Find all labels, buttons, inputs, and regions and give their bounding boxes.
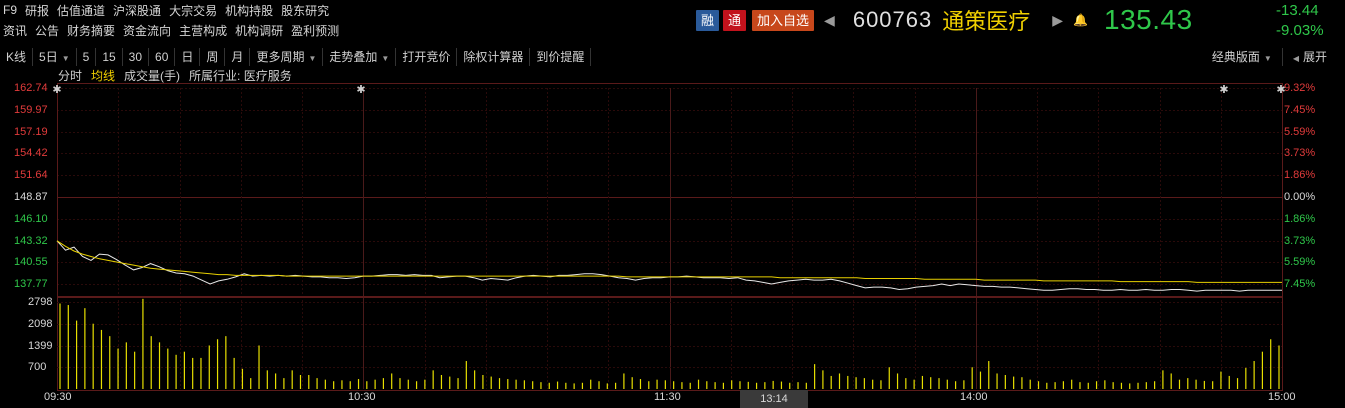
price-axis-label: 143.32: [14, 235, 48, 247]
percent-axis-label: 9.32%: [1284, 82, 1316, 94]
price-axis-label: 157.19: [14, 126, 48, 138]
price-axis-label: 148.87: [14, 191, 48, 203]
intraday-chart[interactable]: ✱ ✱ ✱ ✱: [0, 0, 1345, 408]
percent-axis-label: 7.45%: [1284, 104, 1316, 116]
marker-star-icon: ✱: [356, 83, 365, 96]
percent-axis-label: 7.45%: [1284, 278, 1316, 290]
time-axis-label: 10:30: [348, 391, 376, 403]
volume-axis-label: 2098: [28, 318, 53, 330]
cursor-time-label: 13:14: [740, 390, 808, 408]
time-axis-label: 09:30: [44, 391, 72, 403]
percent-axis-label: 1.86%: [1284, 169, 1316, 181]
price-axis-label: 146.10: [14, 213, 48, 225]
price-axis-label: 137.77: [14, 278, 48, 290]
price-axis-label: 151.64: [14, 169, 48, 181]
time-axis-label: 11:30: [654, 391, 681, 403]
volume-axis-label: 1399: [28, 340, 53, 352]
percent-axis-label: 3.73%: [1284, 235, 1316, 247]
volume-axis-label: 2798: [28, 296, 53, 308]
percent-axis-label: 1.86%: [1284, 213, 1316, 225]
marker-star-icon: ✱: [52, 83, 61, 96]
marker-star-icon: ✱: [1219, 83, 1228, 96]
time-axis-label: 15:00: [1268, 391, 1296, 403]
percent-axis-label: 5.59%: [1284, 256, 1316, 268]
price-axis-label: 162.74: [14, 82, 48, 94]
price-axis-label: 154.42: [14, 147, 48, 159]
price-axis-label: 140.55: [14, 256, 48, 268]
volume-axis-label: 700: [28, 361, 47, 373]
time-axis-label: 14:00: [960, 391, 988, 403]
percent-axis-label: 3.73%: [1284, 147, 1316, 159]
percent-axis-label: 0.00%: [1284, 191, 1316, 203]
percent-axis-label: 5.59%: [1284, 126, 1316, 138]
price-axis-label: 159.97: [14, 104, 48, 116]
